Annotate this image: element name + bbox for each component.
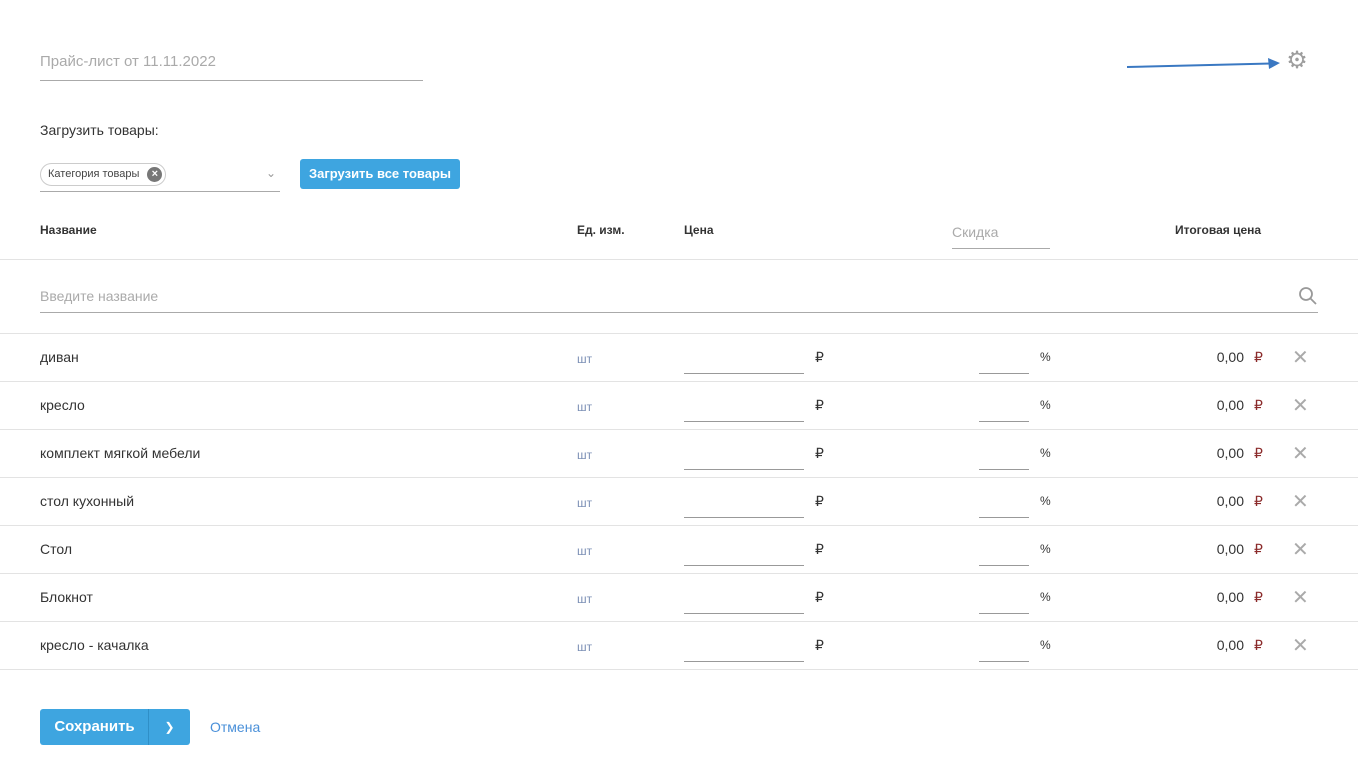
unit-link[interactable]: шт <box>577 496 592 510</box>
unit-link[interactable]: шт <box>577 352 592 366</box>
table-row: комплект мягкой мебели шт ₽ % 0,00 ₽ ✕ <box>0 430 1358 478</box>
discount-percent-input[interactable] <box>979 392 1029 422</box>
delete-row-icon[interactable]: ✕ <box>1292 537 1309 562</box>
delete-row-icon[interactable]: ✕ <box>1292 633 1309 658</box>
total-currency: ₽ <box>1254 445 1263 461</box>
price-currency: ₽ <box>815 349 824 365</box>
product-name: кресло <box>40 397 85 413</box>
table-row: кресло шт ₽ % 0,00 ₽ ✕ <box>0 382 1358 430</box>
product-name: комплект мягкой мебели <box>40 445 201 461</box>
delete-row-icon[interactable]: ✕ <box>1292 345 1309 370</box>
product-name: стол кухонный <box>40 493 135 509</box>
category-chip-label: Категория товары <box>48 168 140 180</box>
price-input[interactable] <box>684 392 804 422</box>
delete-row-icon[interactable]: ✕ <box>1292 441 1309 466</box>
discount-input[interactable]: Скидка <box>952 220 1050 249</box>
total-currency: ₽ <box>1254 589 1263 605</box>
total-price: 0,00 <box>1216 445 1244 461</box>
product-name: Стол <box>40 541 73 557</box>
chevron-down-icon[interactable]: ⌄ <box>266 166 276 180</box>
column-header-total: Итоговая цена <box>1175 223 1262 237</box>
load-products-label: Загрузить товары: <box>40 122 159 138</box>
save-button[interactable]: Сохранить <box>40 709 149 745</box>
table-row: стол кухонный шт ₽ % 0,00 ₽ ✕ <box>0 478 1358 526</box>
percent-sign: % <box>1040 398 1051 412</box>
total-price: 0,00 <box>1216 541 1244 557</box>
total-currency: ₽ <box>1254 349 1263 365</box>
price-input[interactable] <box>684 632 804 662</box>
percent-sign: % <box>1040 446 1051 460</box>
category-select[interactable]: Категория товары × ⌄ <box>40 158 280 192</box>
price-currency: ₽ <box>815 589 824 605</box>
total-price: 0,00 <box>1216 637 1244 653</box>
column-header-price: Цена <box>684 223 714 237</box>
column-header-name: Название <box>40 223 97 237</box>
unit-link[interactable]: шт <box>577 592 592 606</box>
load-all-products-button[interactable]: Загрузить все товары <box>300 159 460 189</box>
price-input[interactable] <box>684 344 804 374</box>
divider <box>0 669 1358 670</box>
total-currency: ₽ <box>1254 493 1263 509</box>
unit-link[interactable]: шт <box>577 640 592 654</box>
price-input[interactable] <box>684 440 804 470</box>
category-chip: Категория товары × <box>40 163 167 186</box>
price-input[interactable] <box>684 536 804 566</box>
discount-percent-input[interactable] <box>979 536 1029 566</box>
discount-percent-input[interactable] <box>979 440 1029 470</box>
total-price: 0,00 <box>1216 397 1244 413</box>
delete-row-icon[interactable]: ✕ <box>1292 489 1309 514</box>
product-name: диван <box>40 349 79 365</box>
discount-percent-input[interactable] <box>979 488 1029 518</box>
unit-link[interactable]: шт <box>577 400 592 414</box>
save-options-chevron-icon[interactable]: ❯ <box>149 709 190 745</box>
price-currency: ₽ <box>815 493 824 509</box>
search-placeholder: Введите название <box>40 288 159 304</box>
discount-percent-input[interactable] <box>979 344 1029 374</box>
price-currency: ₽ <box>815 541 824 557</box>
percent-sign: % <box>1040 542 1051 556</box>
discount-percent-input[interactable] <box>979 584 1029 614</box>
unit-link[interactable]: шт <box>577 448 592 462</box>
total-price: 0,00 <box>1216 493 1244 509</box>
percent-sign: % <box>1040 638 1051 652</box>
price-list-title-input[interactable]: Прайс-лист от 11.11.2022 <box>40 48 423 81</box>
percent-sign: % <box>1040 590 1051 604</box>
total-price: 0,00 <box>1216 349 1244 365</box>
gear-icon[interactable]: ⚙ <box>1285 49 1309 73</box>
price-currency: ₽ <box>815 445 824 461</box>
total-currency: ₽ <box>1254 397 1263 413</box>
search-input[interactable]: Введите название <box>40 280 1318 313</box>
chip-remove-icon[interactable]: × <box>147 167 163 182</box>
cancel-link[interactable]: Отмена <box>210 719 260 735</box>
unit-link[interactable]: шт <box>577 544 592 558</box>
total-currency: ₽ <box>1254 541 1263 557</box>
discount-percent-input[interactable] <box>979 632 1029 662</box>
price-input[interactable] <box>684 488 804 518</box>
product-name: Блокнот <box>40 589 93 605</box>
product-name: кресло - качалка <box>40 637 149 653</box>
table-row: кресло - качалка шт ₽ % 0,00 ₽ ✕ <box>0 622 1358 670</box>
total-price: 0,00 <box>1216 589 1244 605</box>
percent-sign: % <box>1040 494 1051 508</box>
table-row: Стол шт ₽ % 0,00 ₽ ✕ <box>0 526 1358 574</box>
delete-row-icon[interactable]: ✕ <box>1292 393 1309 418</box>
annotation-arrow <box>1126 58 1280 69</box>
price-currency: ₽ <box>815 397 824 413</box>
table-row: диван шт ₽ % 0,00 ₽ ✕ <box>0 334 1358 382</box>
delete-row-icon[interactable]: ✕ <box>1292 585 1309 610</box>
search-icon[interactable] <box>1298 286 1318 306</box>
price-currency: ₽ <box>815 637 824 653</box>
save-button-group: Сохранить ❯ <box>40 709 190 745</box>
table-row: Блокнот шт ₽ % 0,00 ₽ ✕ <box>0 574 1358 622</box>
price-input[interactable] <box>684 584 804 614</box>
percent-sign: % <box>1040 350 1051 364</box>
divider <box>0 259 1358 260</box>
column-header-unit: Ед. изм. <box>577 223 625 237</box>
total-currency: ₽ <box>1254 637 1263 653</box>
